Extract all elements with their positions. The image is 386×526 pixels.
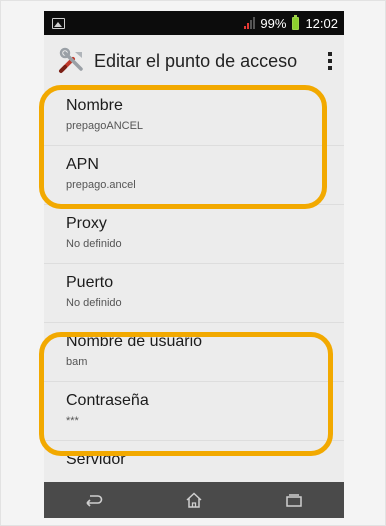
status-bar: 99% 12:02 [44,11,344,35]
page-title: Editar el punto de acceso [94,50,298,71]
action-bar: Editar el punto de acceso [44,35,344,87]
navigation-bar [44,482,344,518]
setting-label: Contraseña [66,392,149,409]
setting-value: *** [66,415,79,427]
setting-label: Nombre [66,97,123,114]
home-icon [186,492,202,508]
apn-settings-list: Nombre prepagoANCEL APN prepago.ancel Pr… [44,87,344,500]
battery-percent: 99% [260,15,287,31]
signal-icon [244,17,256,29]
setting-value: prepago.ancel [66,179,136,191]
setting-item-apn[interactable]: APN prepago.ancel [44,146,344,205]
back-icon [86,495,103,507]
setting-value: bam [66,356,88,368]
image-notification-icon [52,17,65,29]
setting-label: Proxy [66,215,107,232]
home-button[interactable] [174,485,214,515]
setting-label: APN [66,156,99,173]
setting-label: Puerto [66,274,114,291]
status-indicators: 99% 12:02 [244,14,338,31]
setting-item-nombre-de-usuario[interactable]: Nombre de usuario bam [44,323,344,382]
recents-button[interactable] [274,485,314,515]
setting-label: Servidor [66,451,126,468]
overflow-menu-icon[interactable] [316,41,344,81]
setting-value: No definido [66,297,122,309]
back-button[interactable] [74,485,114,515]
screenshot-frame: 99% 12:02 Editar el punto de acceso Nomb… [0,0,386,526]
setting-item-contrasena[interactable]: Contraseña *** [44,382,344,441]
recents-icon [286,494,302,507]
battery-icon [292,14,300,30]
setting-value: prepagoANCEL [66,120,144,132]
setting-label: Nombre de usuario [66,333,203,350]
clock: 12:02 [305,15,338,31]
phone-screen: 99% 12:02 Editar el punto de acceso Nomb… [44,11,344,518]
setting-value: No definido [66,238,122,250]
setting-item-nombre[interactable]: Nombre prepagoANCEL [44,87,344,146]
setting-item-proxy[interactable]: Proxy No definido [44,205,344,264]
tools-icon[interactable] [58,47,86,75]
setting-item-puerto[interactable]: Puerto No definido [44,264,344,323]
